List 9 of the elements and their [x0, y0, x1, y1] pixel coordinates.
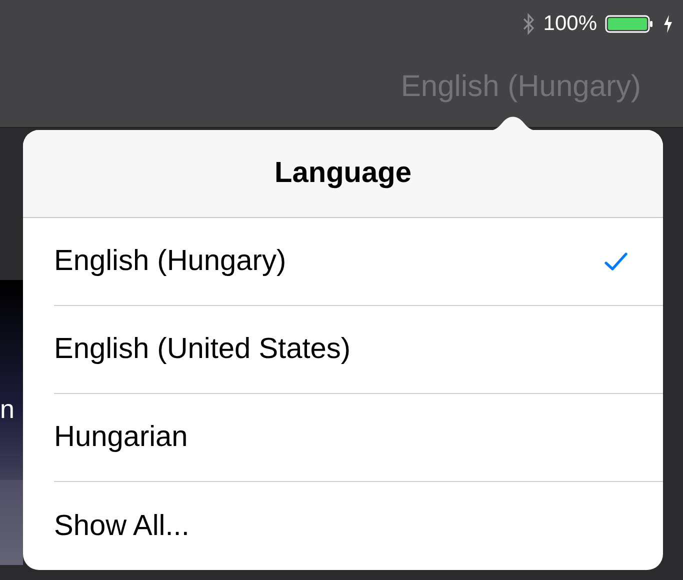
- bluetooth-icon: [523, 13, 536, 35]
- charging-bolt-icon: [663, 14, 673, 34]
- language-option[interactable]: English (Hungary): [54, 218, 663, 306]
- text-fragment: n: [0, 394, 14, 425]
- language-option[interactable]: English (United States): [54, 306, 663, 394]
- battery-icon: [605, 14, 655, 34]
- language-option[interactable]: Hungarian: [54, 394, 663, 482]
- battery-percentage: 100%: [543, 12, 597, 36]
- language-option[interactable]: Show All...: [54, 482, 663, 570]
